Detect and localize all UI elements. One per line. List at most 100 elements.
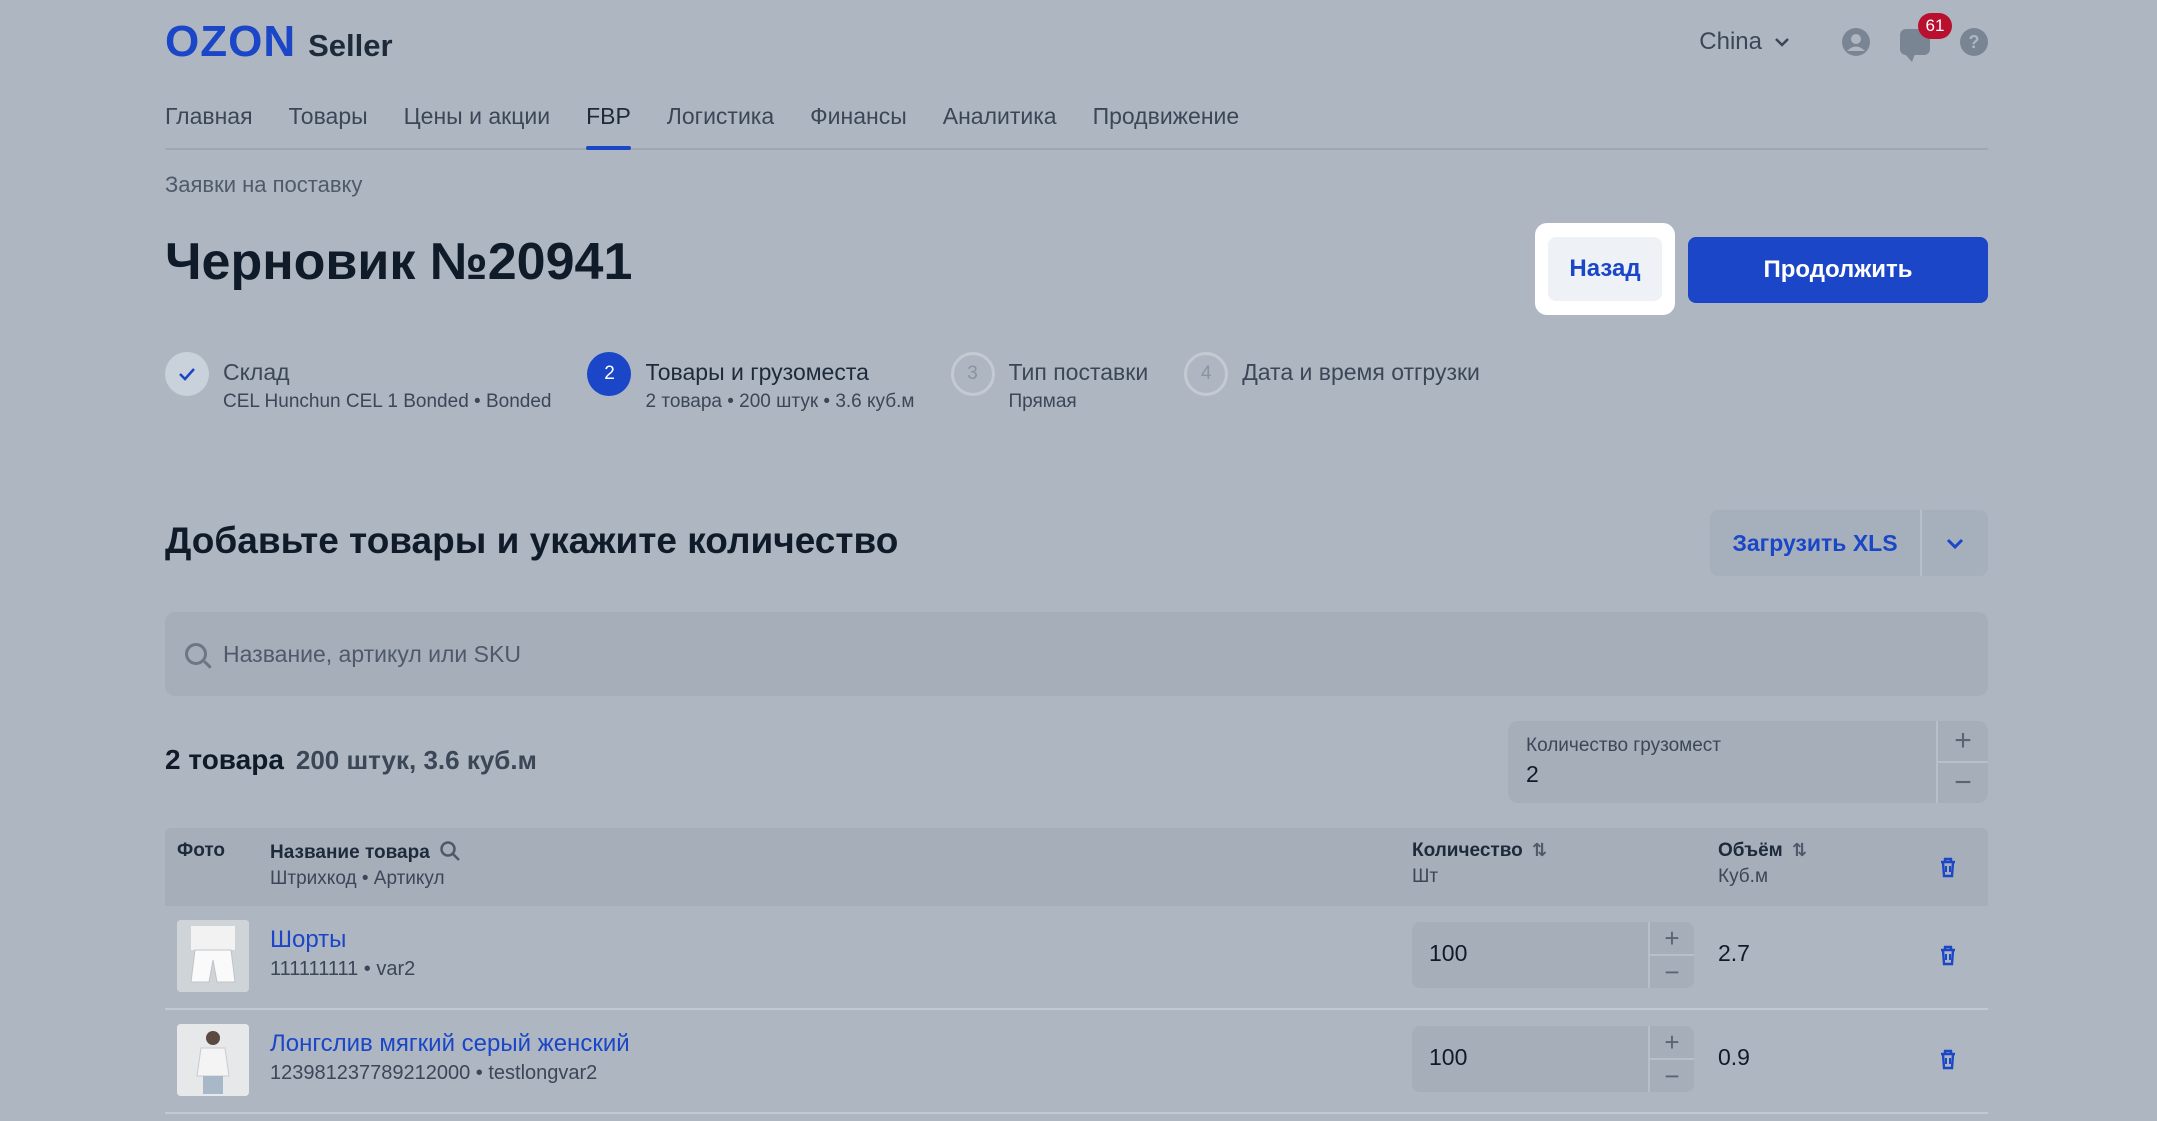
step-products[interactable]: 2 Товары и грузоместа 2 товара • 200 шту… [587, 352, 915, 415]
summary-meta: 200 штук, 3.6 куб.м [295, 745, 537, 775]
check-icon [165, 352, 209, 396]
trash-icon[interactable] [1938, 1048, 1958, 1070]
step-number: 4 [1184, 352, 1229, 396]
product-name-link[interactable]: Шорты [270, 926, 346, 954]
products-table: Фото Название товара Штрихкод • Артикул … [165, 828, 1988, 1114]
logo-ozon-text: OZON [165, 17, 297, 66]
trash-icon[interactable] [1938, 944, 1958, 966]
step-subtitle: 2 товара • 200 штук • 3.6 куб.м [645, 391, 915, 412]
table-header: Фото Название товара Штрихкод • Артикул … [165, 828, 1988, 906]
shorts-image [177, 920, 249, 992]
header-actions: China 61 ? [1699, 13, 1988, 62]
quantity-value[interactable]: 100 [1429, 1044, 1467, 1071]
help-icon[interactable]: ? [1960, 28, 1988, 56]
nav-item-home[interactable]: Главная [165, 98, 253, 148]
step-number: 2 [587, 352, 632, 396]
longsleeve-image [177, 1024, 249, 1096]
nav-item-promotion[interactable]: Продвижение [1093, 98, 1240, 148]
section-title: Добавьте товары и укажите количество [165, 520, 899, 561]
step-subtitle: CEL Hunchun CEL 1 Bonded • Bonded [223, 391, 552, 412]
back-button-highlight: Назад [1535, 223, 1675, 315]
items-summary: 2 товара 200 штук, 3.6 куб.м [165, 744, 537, 776]
column-quantity-sub: Шт [1412, 866, 1439, 887]
product-photo[interactable] [177, 920, 249, 992]
product-photo[interactable] [177, 1024, 249, 1096]
step-delivery-type[interactable]: 3 Тип поставки Прямая [950, 352, 1149, 415]
quantity-stepper-buttons: + − [1648, 1026, 1694, 1092]
user-glyph [1847, 34, 1865, 51]
logo-seller-text: Seller [308, 28, 393, 63]
trash-icon[interactable] [1938, 856, 1958, 878]
upload-xls-group: Загрузить XLS [1710, 510, 1988, 576]
step-warehouse[interactable]: Склад CEL Hunchun CEL 1 Bonded • Bonded [165, 352, 551, 415]
column-volume-label: Объём [1718, 840, 1783, 861]
product-volume: 2.7 [1718, 940, 1750, 966]
nav-item-logistics[interactable]: Логистика [667, 98, 774, 148]
column-quantity[interactable]: Количество ⇅ Шт [1412, 840, 1547, 888]
column-photo: Фото [177, 840, 226, 861]
upload-dropdown-button[interactable] [1920, 510, 1988, 576]
continue-button[interactable]: Продолжить [1688, 237, 1988, 303]
column-name-label: Название товара [270, 842, 430, 863]
product-meta: 123981237789212000 • testlongvar2 [270, 1062, 598, 1084]
column-quantity-label: Количество [1412, 840, 1523, 861]
cargo-places-value[interactable]: 2 [1526, 761, 1539, 788]
cargo-places-label: Количество грузомест [1526, 735, 1721, 756]
minus-icon[interactable]: − [1938, 761, 1988, 803]
step-number: 3 [950, 352, 995, 396]
ozon-seller-logo[interactable]: OZON Seller [165, 17, 393, 66]
cargo-places-field[interactable]: Количество грузомест 2 + − [1508, 721, 1988, 803]
product-meta: 111111111 • var2 [270, 958, 416, 980]
quantity-value[interactable]: 100 [1429, 940, 1467, 967]
breadcrumb[interactable]: Заявки на поставку [165, 172, 362, 198]
search-icon[interactable] [439, 840, 461, 862]
chat-icon[interactable]: 61 [1900, 13, 1952, 62]
main-nav: Главная Товары Цены и акции FBP Логистик… [165, 98, 1988, 150]
page-title: Черновик №20941 [165, 233, 633, 291]
step-title: Тип поставки [1008, 359, 1149, 385]
product-volume: 0.9 [1718, 1044, 1750, 1070]
step-title: Товары и грузоместа [645, 359, 869, 385]
upload-xls-button[interactable]: Загрузить XLS [1710, 510, 1920, 576]
chevron-down-icon [1946, 538, 1964, 549]
table-row: Лонгслив мягкий серый женский 1239812377… [165, 1010, 1988, 1114]
plus-icon[interactable]: + [1938, 721, 1988, 761]
quantity-stepper[interactable]: 100 + − [1412, 922, 1694, 988]
step-title: Склад [223, 359, 290, 385]
column-name[interactable]: Название товара Штрихкод • Артикул [270, 840, 461, 890]
notification-badge: 61 [1918, 13, 1952, 39]
page: OZON Seller China 61 ? Главная Товары Це… [165, 0, 1988, 1121]
back-button[interactable]: Назад [1548, 237, 1662, 301]
nav-item-finance[interactable]: Финансы [810, 98, 907, 148]
cargo-stepper: + − [1936, 721, 1988, 803]
nav-item-fbp[interactable]: FBP [586, 98, 631, 150]
quantity-stepper-buttons: + − [1648, 922, 1694, 988]
step-date-time[interactable]: 4 Дата и время отгрузки [1184, 352, 1480, 415]
nav-item-prices[interactable]: Цены и акции [404, 98, 550, 148]
nav-item-analytics[interactable]: Аналитика [943, 98, 1057, 148]
product-search [165, 612, 1988, 696]
column-name-sub: Штрихкод • Артикул [270, 868, 445, 889]
sort-icon[interactable]: ⇅ [1792, 840, 1807, 860]
region-select[interactable]: China [1699, 28, 1790, 56]
step-subtitle: Прямая [1008, 391, 1077, 412]
plus-icon[interactable]: + [1650, 1026, 1694, 1058]
minus-icon[interactable]: − [1650, 954, 1694, 988]
plus-icon[interactable]: + [1650, 922, 1694, 954]
sort-icon[interactable]: ⇅ [1532, 840, 1547, 860]
search-input[interactable] [221, 639, 1925, 669]
region-label: China [1699, 28, 1762, 55]
column-volume-sub: Куб.м [1718, 866, 1769, 887]
chevron-down-icon [1775, 38, 1789, 47]
minus-icon[interactable]: − [1650, 1058, 1694, 1092]
search-icon [185, 643, 207, 665]
nav-item-products[interactable]: Товары [289, 98, 368, 148]
product-name-link[interactable]: Лонгслив мягкий серый женский [270, 1030, 630, 1058]
step-title: Дата и время отгрузки [1242, 359, 1480, 385]
column-volume[interactable]: Объём ⇅ Куб.м [1718, 840, 1807, 888]
quantity-stepper[interactable]: 100 + − [1412, 1026, 1694, 1092]
user-icon[interactable] [1842, 28, 1870, 56]
table-row: Шорты 111111111 • var2 100 + − 2.7 [165, 906, 1988, 1010]
stepper: Склад CEL Hunchun CEL 1 Bonded • Bonded … [165, 352, 1516, 415]
summary-count: 2 товара [165, 744, 284, 775]
